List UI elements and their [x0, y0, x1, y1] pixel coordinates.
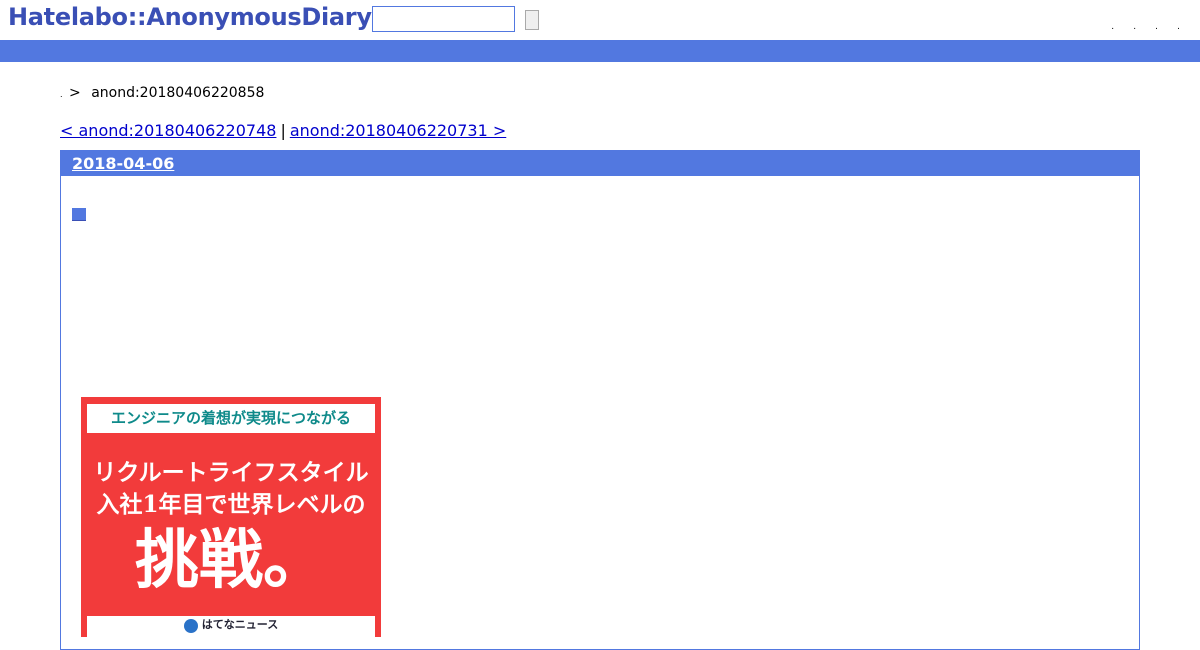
ad-headline-2: 入社1年目で世界レベルの [96, 491, 366, 518]
ad-headline-1: リクルートライフスタイル [93, 459, 369, 486]
breadcrumb-home-link[interactable]: . [60, 90, 63, 99]
search-button[interactable] [525, 10, 539, 30]
header-link-3[interactable]: . [1155, 22, 1158, 32]
header-bar [0, 40, 1200, 62]
prev-entry-link[interactable]: < anond:20180406220748 [60, 121, 276, 140]
breadcrumb-separator: > [69, 85, 81, 101]
ad-bottom-bar: はてなニュース [87, 616, 375, 646]
ad-big-text: 挑戦。 [135, 523, 327, 598]
nav-separator: | [280, 121, 286, 140]
entry-header: 2018-04-06 [61, 151, 1139, 176]
ad-top-text: エンジニアの着想が実現につながる [87, 404, 375, 433]
entry-date-link[interactable]: 2018-04-06 [72, 154, 174, 173]
header-link-4[interactable]: . [1177, 22, 1180, 32]
advertisement-banner[interactable]: エンジニアの着想が実現につながる リクルートライフスタイル 入社1年目で世界レベ… [81, 397, 381, 646]
header-link-2[interactable]: . [1133, 22, 1136, 32]
entry-navigation: < anond:20180406220748 | anond:20180406220… [60, 121, 506, 140]
next-entry-link[interactable]: anond:20180406220731 > [290, 121, 506, 140]
entry-permalink-square[interactable] [72, 208, 86, 221]
header-link-1[interactable]: . [1111, 22, 1114, 32]
breadcrumb: . > anond:20180406220858 [60, 85, 264, 101]
search-input[interactable] [372, 6, 515, 32]
header-links: . . . . [1097, 14, 1180, 33]
site-logo[interactable]: Hatelabo::AnonymousDiary [8, 3, 372, 31]
header: Hatelabo::AnonymousDiary . . . . [0, 0, 1200, 40]
ad-bottom-text: はてなニュース [201, 618, 279, 631]
breadcrumb-current: anond:20180406220858 [91, 85, 265, 101]
hatena-news-icon [183, 619, 198, 633]
